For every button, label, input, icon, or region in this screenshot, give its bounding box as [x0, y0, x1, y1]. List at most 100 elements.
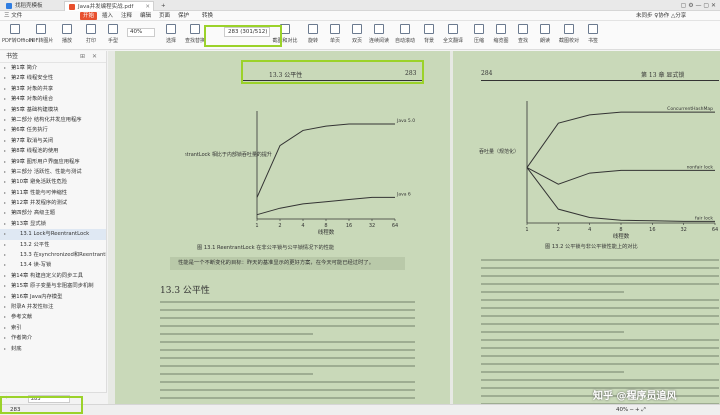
bookmark-item[interactable]: ▸ 第16章 Java内存模型	[0, 292, 106, 302]
new-tab-button[interactable]: +	[158, 1, 166, 11]
menu-right-actions[interactable]: 未同步 ♀协作 △分享	[636, 12, 686, 20]
bookmark-label: 第8章 线程池的使用	[11, 148, 59, 155]
expand-arrow-icon[interactable]: ▸	[4, 167, 6, 177]
bookmark-item[interactable]: ▸ 参考文献	[0, 312, 106, 322]
expand-arrow-icon[interactable]: ▸	[4, 115, 6, 125]
bookmark-item[interactable]: ▸ 13.2 公平性	[0, 240, 106, 250]
expand-arrow-icon[interactable]: ▸	[4, 229, 6, 239]
bookmark-item[interactable]: ▸ 第3章 对象的共享	[0, 84, 106, 94]
bookmark-item[interactable]: ▸ 13.1 Lock与ReentrantLock	[0, 229, 106, 240]
bookmark-item[interactable]: ▸ 第14章 构建自定义的同步工具	[0, 271, 106, 281]
bookmark-label: 第二部分 结构化并发应用程序	[11, 116, 82, 123]
background-button[interactable]: 背景	[416, 24, 442, 44]
bookmark-item[interactable]: ▸ 封底	[0, 344, 106, 354]
translate-button[interactable]: 全文翻译	[440, 24, 466, 44]
expand-arrow-icon[interactable]: ▸	[4, 177, 6, 187]
bookmark-item[interactable]: ▸ 第4章 对象的组合	[0, 94, 106, 104]
expand-arrow-icon[interactable]: ▸	[4, 73, 6, 83]
menu-annotate[interactable]: 注释	[121, 12, 132, 20]
expand-arrow-icon[interactable]: ▸	[4, 188, 6, 198]
bookmark-item[interactable]: ▸ 第2章 线程安全性	[0, 73, 106, 83]
expand-arrow-icon[interactable]: ▸	[4, 146, 6, 156]
tab-pdf-document[interactable]: Java并发编程实战.pdf ✕	[64, 1, 154, 11]
expand-arrow-icon[interactable]: ▸	[4, 125, 6, 135]
menu-page[interactable]: 页面	[159, 12, 170, 20]
text-line	[481, 339, 719, 341]
document-view[interactable]: 13.3 公平性 283 1 2 4 8 16 32 64 线程数 Java 5.0 Java 6…	[108, 51, 720, 404]
bookmark-item[interactable]: ▸ 作者简介	[0, 333, 106, 343]
bookmark-item[interactable]: ▸ 第5章 基础构建模块	[0, 105, 106, 115]
tab-template[interactable]: 找稻壳模板	[2, 1, 62, 11]
menu-insert[interactable]: 插入	[102, 12, 113, 20]
bookmark-item[interactable]: ▸ 第11章 性能与可伸缩性	[0, 188, 106, 198]
right-page-number: 284	[481, 70, 493, 77]
menu-file[interactable]: 三 文件	[4, 12, 22, 20]
expand-arrow-icon[interactable]: ▸	[4, 63, 6, 73]
select-tool-button[interactable]: 选择	[158, 24, 184, 44]
expand-arrow-icon[interactable]: ▸	[4, 198, 6, 208]
new-tab-icon[interactable]: +	[161, 3, 166, 9]
expand-arrow-icon[interactable]: ▸	[4, 271, 6, 281]
play-button[interactable]: 播放	[54, 24, 80, 44]
bookmark-item[interactable]: ▸ 第6章 任务执行	[0, 125, 106, 135]
expand-arrow-icon[interactable]: ▸	[4, 302, 6, 312]
bookmark-item[interactable]: ▸ 13.3 在synchronized和ReentrantLock之间进行选择	[0, 250, 106, 260]
expand-arrow-icon[interactable]: ▸	[4, 250, 6, 260]
continuous-read-button[interactable]: 连续阅读	[366, 24, 392, 44]
bookmark-button[interactable]: 书签	[580, 24, 606, 44]
expand-arrow-icon[interactable]: ▸	[4, 208, 6, 218]
bookmark-item[interactable]: ▸ 第12章 并发程序的测试	[0, 198, 106, 208]
expand-all-icon[interactable]: ⊞	[80, 51, 85, 63]
expand-arrow-icon[interactable]: ▸	[4, 281, 6, 291]
bookmark-item[interactable]: ▸ 附录A 并发性标注	[0, 302, 106, 312]
window-controls[interactable]: ▢ ⚙ — ▢ ✕	[681, 1, 716, 10]
expand-arrow-icon[interactable]: ▸	[4, 240, 6, 250]
text-line	[160, 341, 415, 343]
bookmark-item[interactable]: ▸ 13.4 读-写锁	[0, 260, 106, 270]
proofread-button[interactable]: 截图校对	[556, 24, 582, 44]
expand-arrow-icon[interactable]: ▸	[4, 136, 6, 146]
expand-arrow-icon[interactable]: ▸	[4, 312, 6, 322]
menu-protect[interactable]: 保护	[178, 12, 189, 20]
menu-start[interactable]: 开始	[80, 12, 98, 20]
expand-arrow-icon[interactable]: ▸	[4, 219, 6, 229]
menu-bar: 三 文件 开始 插入 注释 编辑 页面 保护 转换 未同步 ♀协作 △分享	[0, 11, 720, 21]
bookmark-item[interactable]: ▸ 第二部分 结构化并发应用程序	[0, 115, 106, 125]
text-line	[160, 373, 313, 375]
pdf-to-office-button[interactable]: PDF转Office▾	[2, 24, 34, 44]
menu-edit[interactable]: 编辑	[140, 12, 151, 20]
zoom-select[interactable]: 40%	[127, 28, 155, 37]
hand-tool-button[interactable]: 手型	[100, 24, 126, 44]
expand-arrow-icon[interactable]: ▸	[4, 260, 6, 270]
expand-arrow-icon[interactable]: ▸	[4, 333, 6, 343]
zoom-controls[interactable]: 40% ─ + ⤢	[616, 406, 646, 415]
rotate-icon	[308, 24, 318, 34]
bookmark-item[interactable]: ▸ 第15章 原子变量与非阻塞同步机制	[0, 281, 106, 291]
expand-arrow-icon[interactable]: ▸	[4, 323, 6, 333]
bookmark-item[interactable]: ▸ 第7章 取消与关闭	[0, 136, 106, 146]
bookmark-item[interactable]: ▸ 第四部分 高级主题	[0, 208, 106, 218]
expand-arrow-icon[interactable]: ▸	[4, 105, 6, 115]
sidebar-title: 书签	[6, 53, 19, 60]
read-aloud-button[interactable]: 朗读	[532, 24, 558, 44]
bookmark-item[interactable]: ▸ 第9章 图形用户界面应用程序	[0, 157, 106, 167]
expand-arrow-icon[interactable]: ▸	[4, 292, 6, 302]
close-sidebar-icon[interactable]: ✕	[92, 51, 97, 63]
expand-arrow-icon[interactable]: ▸	[4, 157, 6, 167]
bookmark-item[interactable]: ▸ 第13章 显式锁	[0, 219, 106, 229]
expand-arrow-icon[interactable]: ▸	[4, 94, 6, 104]
text-line	[481, 267, 719, 269]
bookmark-item[interactable]: ▸ 第10章 避免活跃性危险	[0, 177, 106, 187]
bookmark-item[interactable]: ▸ 第1章 简介	[0, 63, 106, 73]
menu-convert[interactable]: 转换	[202, 12, 213, 20]
bookmark-item[interactable]: ▸ 第三部分 活跃性、性能与测试	[0, 167, 106, 177]
auto-scroll-button[interactable]: 自动滚动	[392, 24, 418, 44]
expand-arrow-icon[interactable]: ▸	[4, 344, 6, 354]
expand-arrow-icon[interactable]: ▸	[4, 84, 6, 94]
bookmark-item[interactable]: ▸ 第8章 线程池的使用	[0, 146, 106, 156]
bookmark-item[interactable]: ▸ 索引	[0, 323, 106, 333]
fairness-chart-1: 1 2 4 8 16 32 64 线程数 Java 5.0 Java 6 ReentrantLock…	[185, 111, 415, 236]
bookmark-label: 第7章 取消与关闭	[11, 137, 54, 144]
pdf-to-image-button[interactable]: PDF转图片	[28, 24, 54, 44]
bookmark-label: 第15章 原子变量与非阻塞同步机制	[11, 283, 94, 290]
